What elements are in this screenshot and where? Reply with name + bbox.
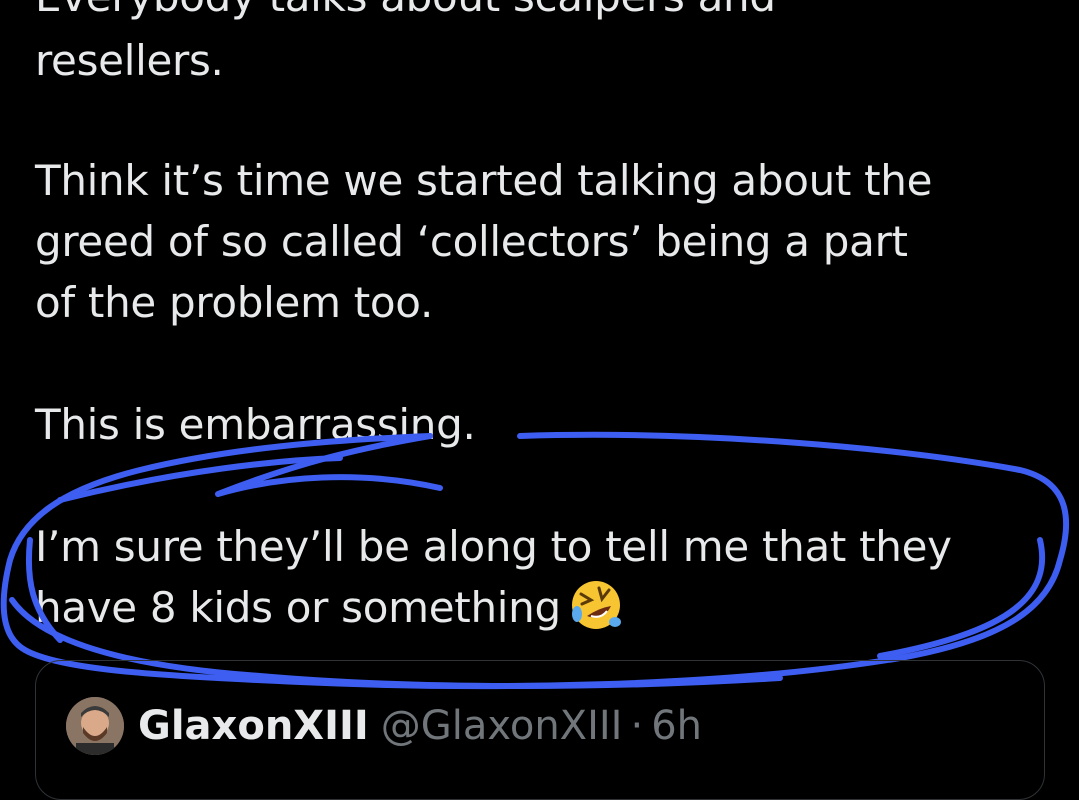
tweet-text-line: Think it’s time we started talking about… bbox=[35, 156, 933, 205]
hand-drawn-circle-annotation bbox=[0, 431, 1070, 690]
tweet-text-line: of the problem too. bbox=[35, 278, 434, 327]
quoted-tweet-timestamp[interactable]: 6h bbox=[651, 703, 702, 749]
quoted-author-name[interactable]: GlaxonXIII bbox=[138, 703, 369, 749]
avatar[interactable] bbox=[66, 697, 124, 755]
quoted-tweet-card[interactable]: GlaxonXIII @GlaxonXIII · 6h bbox=[35, 660, 1045, 800]
quoted-author-handle[interactable]: @GlaxonXIII bbox=[381, 703, 623, 749]
tweet-text-line-cut: Everybody talks about scalpers and bbox=[35, 0, 776, 27]
tweet-text-line: This is embarrassing. bbox=[35, 400, 476, 449]
tweet-text-line: greed of so called ‘collectors’ being a … bbox=[35, 217, 908, 266]
tweet-text-line: I’m sure they’ll be along to tell me tha… bbox=[35, 522, 952, 571]
tweet-text-line: have 8 kids or something bbox=[35, 583, 561, 632]
tweet-text-line: resellers. bbox=[35, 36, 224, 85]
tweet-text-line-with-emoji: have 8 kids or something bbox=[35, 577, 623, 638]
separator-dot: · bbox=[630, 703, 644, 749]
rolling-laughing-emoji-icon bbox=[569, 578, 623, 632]
quoted-tweet-header: GlaxonXIII @GlaxonXIII · 6h bbox=[66, 697, 702, 755]
